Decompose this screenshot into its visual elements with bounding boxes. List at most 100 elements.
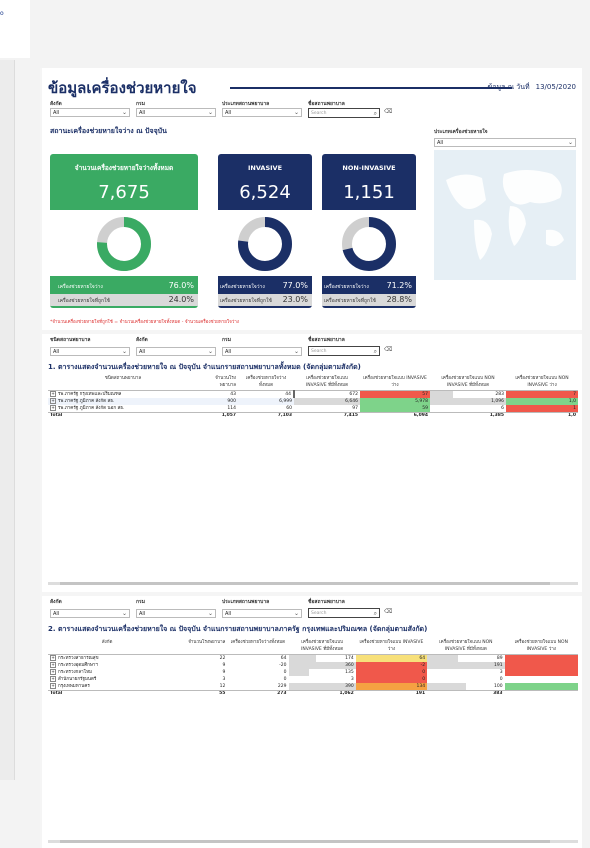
left-scroll-strip bbox=[0, 60, 15, 780]
used-row: เครื่องช่วยหายใจที่ถูกใช้ 28.8% bbox=[322, 294, 416, 306]
chevron-down-icon: ⌄ bbox=[207, 109, 213, 116]
t2-filter-affiliation-label: สังกัด bbox=[50, 599, 62, 605]
free-pct: 76.0% bbox=[168, 281, 194, 290]
expand-icon[interactable]: + bbox=[50, 655, 56, 661]
kpi-card-non-invasive: NON-INVASIVE 1,151 เครื่องช่วยหายใจว่าง 7… bbox=[322, 154, 416, 308]
filter-hosptype-label: ประเภทสถานพยาบาล bbox=[222, 101, 270, 107]
machine-type-select[interactable]: All ⌄ bbox=[434, 138, 576, 147]
t1-filter-hosptype-select[interactable]: All ⌄ bbox=[50, 347, 130, 356]
chevron-down-icon: ⌄ bbox=[121, 109, 127, 116]
t1-filter-hospname-label: ชื่อสถานพยาบาล bbox=[308, 337, 345, 343]
table-row[interactable]: + กระทรวงสาธารณสุข 22 64 174 64 89 bbox=[48, 654, 578, 662]
free-row: เครื่องช่วยหายใจว่าง 77.0% bbox=[218, 280, 312, 292]
free-pct: 71.2% bbox=[386, 281, 412, 290]
kpi-value: 6,524 bbox=[239, 182, 291, 203]
table-row[interactable]: + กรุงเทพมหานคร 12 229 390 134 100 bbox=[48, 683, 578, 691]
world-map-icon bbox=[446, 170, 564, 260]
t1-filter-affiliation-label: สังกัด bbox=[136, 337, 148, 343]
expand-icon[interactable]: + bbox=[50, 662, 56, 668]
map-visual[interactable] bbox=[434, 150, 576, 280]
kpi-title: INVASIVE bbox=[247, 164, 283, 172]
col-header: จำนวนโรงพยาบาล bbox=[198, 374, 238, 391]
chevron-down-icon: ⌄ bbox=[567, 139, 573, 146]
expand-icon[interactable]: + bbox=[50, 676, 56, 682]
kpi-title: จำนวนเครื่องช่วยหายใจว่างทั้งหมด bbox=[74, 164, 174, 172]
table1-horizontal-scrollbar[interactable] bbox=[48, 582, 578, 585]
free-row: เครื่องช่วยหายใจว่าง 76.0% bbox=[50, 280, 198, 292]
status-section-title: สถานะเครื่องช่วยหายใจว่าง ณ ปัจจุบัน bbox=[50, 127, 167, 135]
table-row[interactable]: + กระทรวงกลาโหม 90 135 0 3 bbox=[48, 669, 578, 676]
col-header: เครื่องช่วยหายใจว่างทั้งหมด bbox=[238, 374, 294, 391]
filter-ministry-select[interactable]: All ⌄ bbox=[136, 108, 216, 117]
free-row: เครื่องช่วยหายใจว่าง 71.2% bbox=[322, 280, 416, 292]
filter-ministry-label: กรม bbox=[136, 101, 146, 107]
table2-card: สังกัด All ⌄ กรม All ⌄ ประเภทสถานพยาบาล Al… bbox=[42, 596, 582, 848]
t2-filter-hospname-label: ชื่อสถานพยาบาล bbox=[308, 599, 345, 605]
table2-horizontal-scrollbar[interactable] bbox=[48, 840, 578, 843]
eraser-icon[interactable]: ⌫ bbox=[384, 108, 392, 115]
t2-filter-ministry-select[interactable]: All ⌄ bbox=[136, 609, 216, 618]
chevron-down-icon: ⌄ bbox=[121, 610, 127, 617]
table-row[interactable]: + รพ.ภาครัฐ ภูมิภาค สังกัด สธ. 900 6,999 6… bbox=[48, 398, 578, 405]
chevron-down-icon: ⌄ bbox=[293, 109, 299, 116]
kpi-donut-chart bbox=[238, 217, 292, 271]
eraser-icon[interactable]: ⌫ bbox=[384, 346, 392, 353]
machine-type-label: ประเภทเครื่องช่วยหายใจ bbox=[434, 129, 488, 135]
table1-title: 1. ตารางแสดงจำนวนเครื่องช่วยหายใจ ณ ปัจจ… bbox=[48, 363, 361, 371]
table2: สังกัด จำนวนโรงพยาบาล เครื่องช่วยหายใจว่… bbox=[48, 638, 578, 697]
table-total-row: Total 55 273 1,062 191 383 bbox=[48, 690, 578, 697]
expand-icon[interactable]: + bbox=[50, 683, 56, 689]
t1-filter-hosptype-label: ชนิดสถานพยาบาล bbox=[50, 337, 91, 343]
report-canvas: ข้อมูลเครื่องช่วยหายใจ ข้อมูล ณ วันที่ 13… bbox=[40, 68, 582, 848]
t2-filter-hosptype-label: ประเภทสถานพยาบาล bbox=[222, 599, 270, 605]
expand-icon[interactable]: + bbox=[50, 391, 56, 397]
filter-affiliation-select[interactable]: All ⌄ bbox=[50, 108, 130, 117]
col-header: เครื่องช่วยหายใจแบบ INVASIVE ที่มีทั้งหม… bbox=[294, 374, 360, 391]
t2-hospname-search-input[interactable]: Search ⌕ bbox=[308, 608, 380, 618]
table2-title: 2. ตารางแสดงจำนวนเครื่องช่วยหายใจ ณ ปัจจ… bbox=[48, 625, 428, 633]
table1: ชนิดสถานพยาบาล จำนวนโรงพยาบาล เครื่องช่ว… bbox=[48, 374, 578, 419]
table-row[interactable]: + สำนักนายกรัฐมนตรี 30 3 0 0 bbox=[48, 676, 578, 683]
table-row[interactable]: + รพ.ภาครัฐ ภูมิภาค สังกัด นอก สธ. 114 60 … bbox=[48, 405, 578, 413]
col-header: เครื่องช่วยหายใจแบบ NON INVASIVE ว่าง bbox=[504, 638, 578, 655]
filter-hosptype-select[interactable]: All ⌄ bbox=[222, 108, 302, 117]
t2-filter-affiliation-select[interactable]: All ⌄ bbox=[50, 609, 130, 618]
col-header: สังกัด bbox=[48, 638, 167, 655]
side-fragment-text: o bbox=[0, 10, 4, 17]
col-header: จำนวนโรงพยาบาล bbox=[166, 638, 228, 655]
chevron-down-icon: ⌄ bbox=[121, 348, 127, 355]
search-icon: ⌕ bbox=[373, 110, 377, 117]
expand-icon[interactable]: + bbox=[50, 669, 56, 675]
table-row[interactable]: + กระทรวงอุดมศึกษาฯ 9 -20 360 -2 191 bbox=[48, 662, 578, 669]
search-icon: ⌕ bbox=[373, 610, 377, 617]
t2-filter-ministry-label: กรม bbox=[136, 599, 146, 605]
col-header: เครื่องช่วยหายใจแบบ INVASIVE ว่าง bbox=[360, 374, 430, 391]
used-pct: 24.0% bbox=[168, 295, 194, 304]
used-row: เครื่องช่วยหายใจที่ถูกใช้ 24.0% bbox=[50, 294, 198, 306]
chevron-down-icon: ⌄ bbox=[207, 610, 213, 617]
t1-filter-ministry-select[interactable]: All ⌄ bbox=[222, 347, 302, 356]
filter-hospname-label: ชื่อสถานพยาบาล bbox=[308, 101, 345, 107]
t2-filter-hosptype-select[interactable]: All ⌄ bbox=[222, 609, 302, 618]
t1-hospname-search-input[interactable]: Search ⌕ bbox=[308, 346, 380, 356]
page-title: ข้อมูลเครื่องช่วยหายใจ bbox=[48, 79, 197, 97]
search-icon: ⌕ bbox=[373, 348, 377, 355]
t1-filter-ministry-label: กรม bbox=[222, 337, 232, 343]
kpi-value: 1,151 bbox=[343, 182, 395, 203]
kpi-donut-chart bbox=[97, 217, 151, 271]
chevron-down-icon: ⌄ bbox=[207, 348, 213, 355]
data-date: ข้อมูล ณ วันที่ 13/05/2020 bbox=[487, 83, 576, 91]
table2-header-row: สังกัด จำนวนโรงพยาบาล เครื่องช่วยหายใจว่… bbox=[48, 638, 578, 655]
col-header: เครื่องช่วยหายใจแบบ INVASIVE ที่มีทั้งหม… bbox=[288, 638, 356, 655]
t1-filter-affiliation-select[interactable]: All ⌄ bbox=[136, 347, 216, 356]
hospname-search-input[interactable]: Search ⌕ bbox=[308, 108, 380, 118]
col-header: เครื่องช่วยหายใจแบบ NON INVASIVE ว่าง bbox=[506, 374, 578, 391]
eraser-icon[interactable]: ⌫ bbox=[384, 608, 392, 615]
expand-icon[interactable]: + bbox=[50, 398, 56, 404]
table-row[interactable]: + รพ.ภาครัฐ กรุงเทพและปริมณฑล 43 44 672 57… bbox=[48, 390, 578, 398]
table-total-row: Total 1,057 7,103 7,415 6,094 1,385 1,0 bbox=[48, 412, 578, 419]
top-card: ข้อมูลเครื่องช่วยหายใจ ข้อมูล ณ วันที่ 13… bbox=[42, 68, 582, 330]
expand-icon[interactable]: + bbox=[50, 405, 56, 411]
col-header: เครื่องช่วยหายใจแบบ NON INVASIVE ที่มีทั… bbox=[427, 638, 505, 655]
table1-card: ชนิดสถานพยาบาล All ⌄ สังกัด All ⌄ กรม All ⌄… bbox=[42, 334, 582, 592]
